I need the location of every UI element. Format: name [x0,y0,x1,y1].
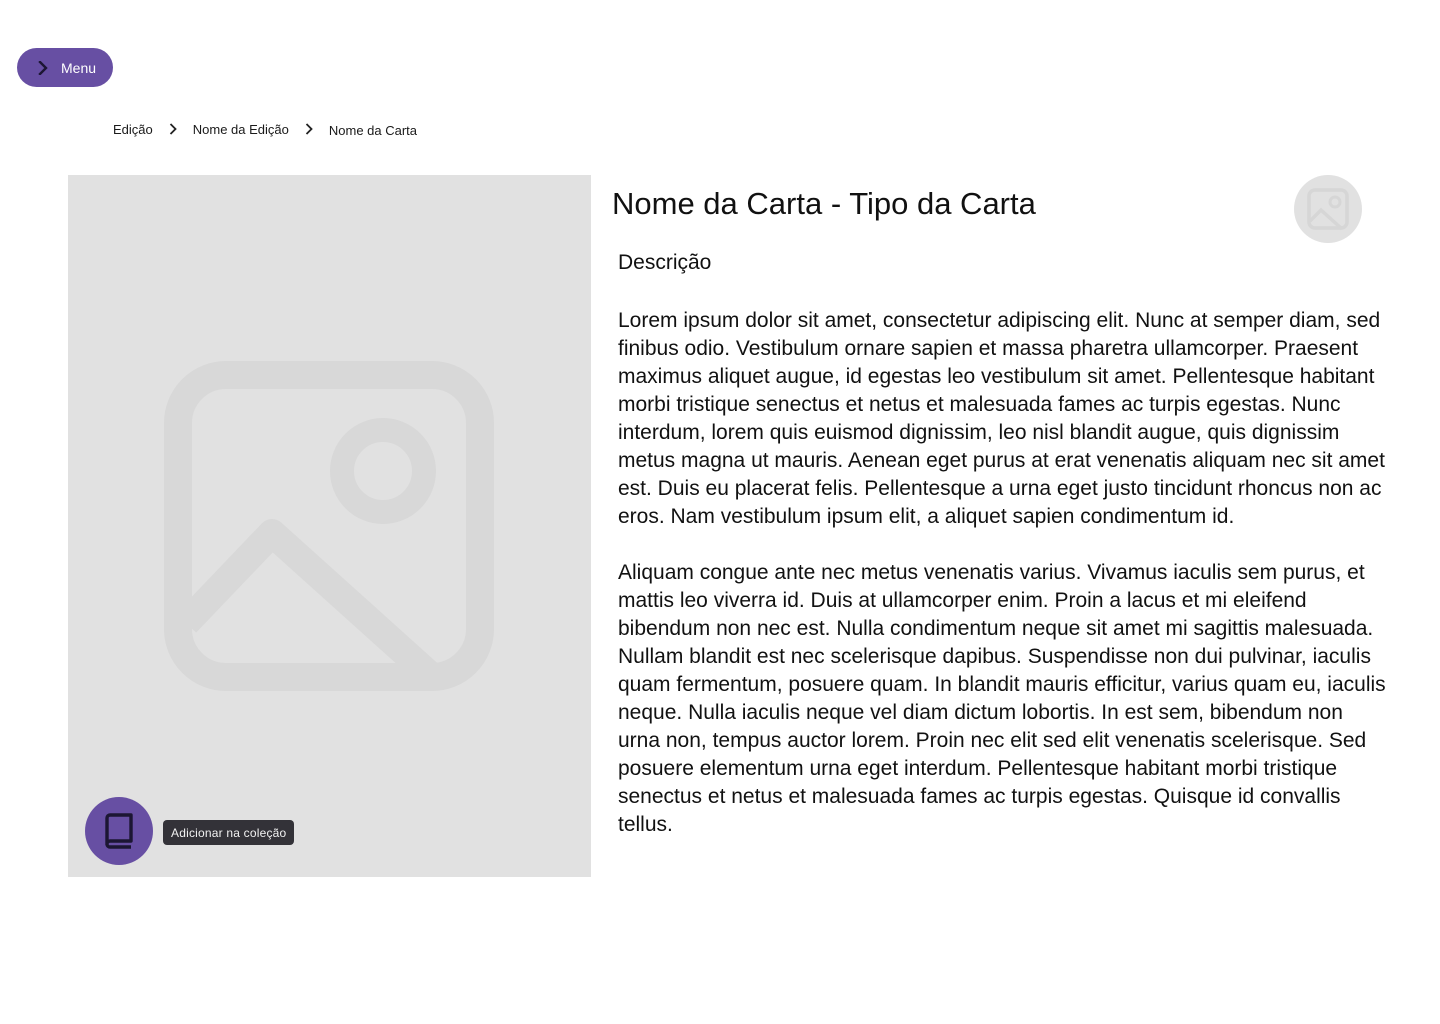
breadcrumb-item-edition-name[interactable]: Nome da Edição [193,122,289,137]
breadcrumb: Edição Nome da Edição Nome da Carta [113,118,417,140]
card-image: Adicionar na coleção [68,175,591,877]
add-to-collection-button[interactable] [85,797,153,865]
chevron-right-icon [153,121,193,137]
page-title: Nome da Carta - Tipo da Carta [612,186,1036,221]
image-placeholder-icon [1306,187,1350,231]
description-heading: Descrição [618,251,712,274]
menu-button[interactable]: Menu [17,48,113,87]
card-type-avatar [1294,175,1362,243]
add-to-collection-tooltip: Adicionar na coleção [163,820,295,845]
description-body: Lorem ipsum dolor sit amet, consectetur … [618,307,1390,867]
book-icon [103,812,135,850]
image-placeholder-icon [164,361,494,691]
chevron-right-icon [289,121,329,137]
breadcrumb-item-edition[interactable]: Edição [113,122,153,137]
menu-label: Menu [61,59,97,76]
description-paragraph: Lorem ipsum dolor sit amet, consectetur … [618,309,1385,528]
breadcrumb-item-card-name: Nome da Carta [328,123,418,138]
description-paragraph: Aliquam congue ante nec metus venenatis … [618,561,1386,836]
chevron-right-icon [37,60,49,76]
